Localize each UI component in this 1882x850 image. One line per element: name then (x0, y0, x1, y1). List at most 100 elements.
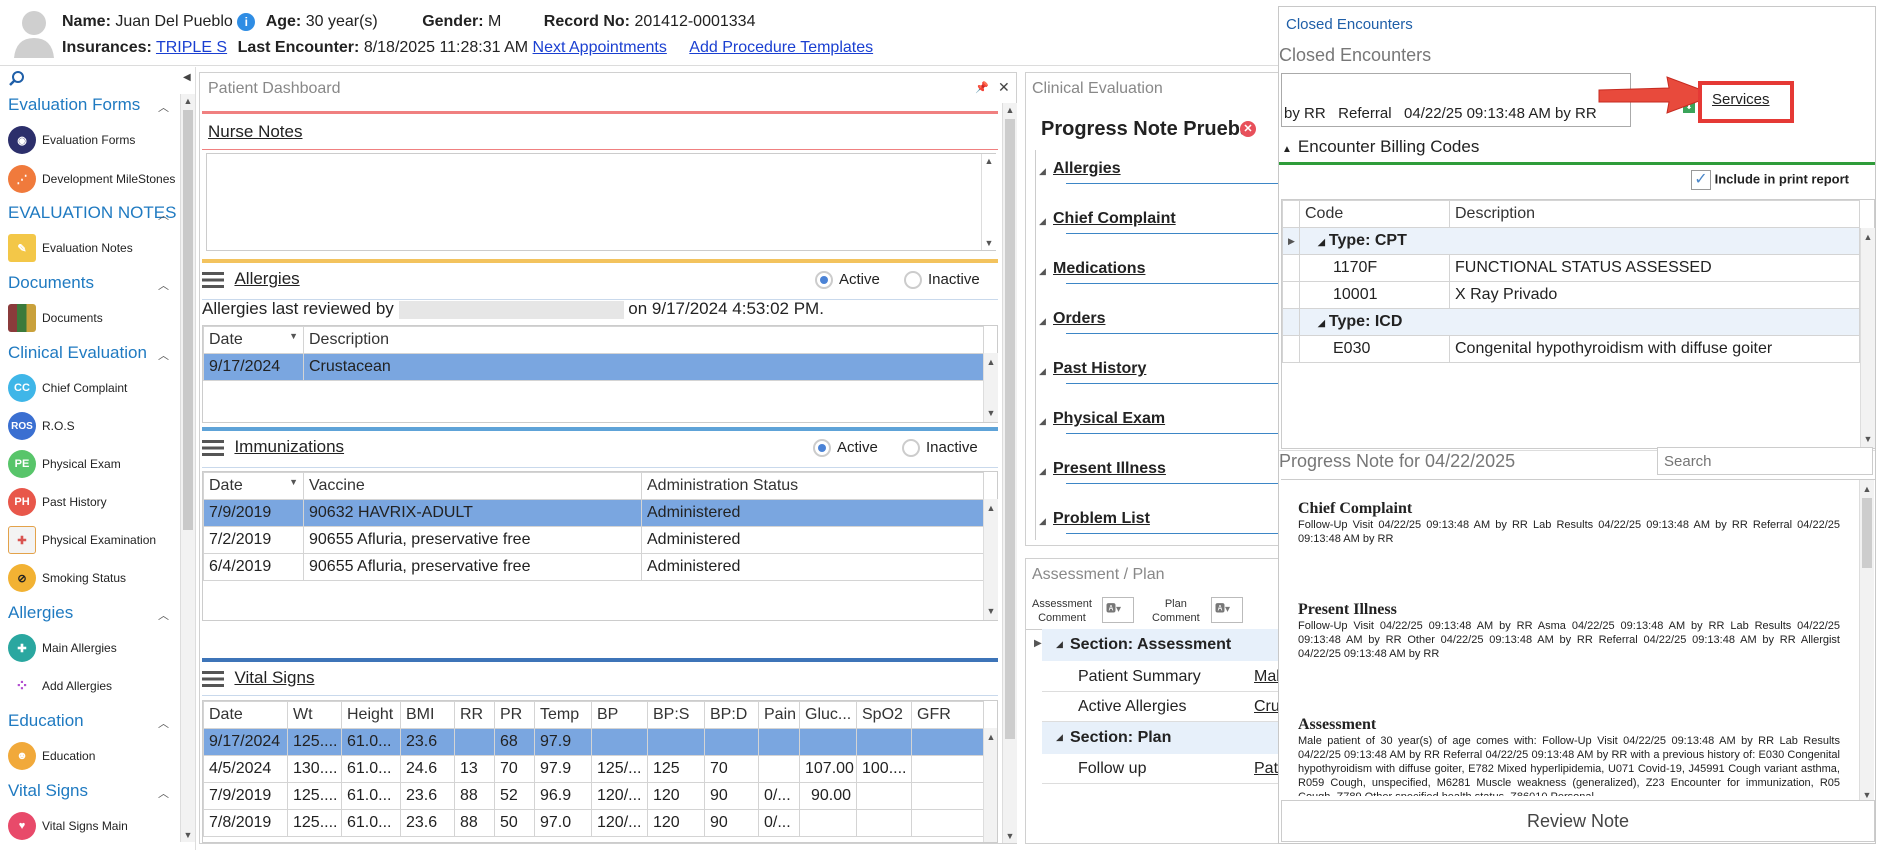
chevron-up-icon[interactable]: ︿ (158, 715, 169, 731)
scroll-down-icon[interactable]: ▼ (1861, 432, 1875, 446)
eval-section-medications[interactable]: Medications (1053, 260, 1145, 278)
column-header-bp[interactable]: BP (591, 701, 648, 729)
collapse-icon[interactable]: ◢ (1056, 732, 1063, 743)
scroll-up-icon[interactable]: ▲ (984, 730, 997, 744)
chevron-up-icon[interactable]: ︿ (158, 207, 169, 223)
scroll-down-icon[interactable]: ▼ (181, 828, 195, 842)
column-header-gluc[interactable]: Gluc... (799, 701, 857, 729)
allergies-inactive-radio[interactable]: Inactive (904, 271, 980, 290)
column-header-vaccine[interactable]: Vaccine (303, 472, 642, 500)
grid-scrollbar[interactable]: ▲ (983, 728, 997, 842)
follow-up-row[interactable]: Follow up Pati (1042, 754, 1282, 784)
menu-icon[interactable] (202, 670, 224, 687)
immunizations-active-radio[interactable]: Active (813, 439, 878, 458)
eval-section-orders[interactable]: Orders (1053, 310, 1105, 328)
sort-icon[interactable]: ▼ (289, 331, 298, 341)
sidebar-item-evaluation-forms[interactable]: ◉ Evaluation Forms (8, 124, 135, 156)
scroll-down-icon[interactable]: ▼ (984, 406, 998, 420)
group-row-icd[interactable]: ◢ Type: ICD (1282, 308, 1860, 336)
column-header-date[interactable]: Date (203, 701, 288, 729)
immunizations-inactive-radio[interactable]: Inactive (902, 439, 978, 458)
collapse-icon[interactable]: ◢ (1039, 416, 1046, 427)
grid-scrollbar[interactable]: ▲ ▼ (983, 353, 998, 422)
scroll-up-icon[interactable]: ▲ (984, 355, 998, 369)
menu-icon[interactable] (202, 439, 224, 456)
sidebar-item-main-allergies[interactable]: ✚ Main Allergies (8, 632, 117, 664)
search-input[interactable] (1657, 447, 1873, 475)
column-header-bp-d[interactable]: BP:D (704, 701, 759, 729)
patient-summary-row[interactable]: Patient Summary Mal (1042, 662, 1282, 692)
sidebar-item-education[interactable]: ☻ Education (8, 740, 95, 772)
remove-note-icon[interactable]: ✕ (1240, 121, 1256, 137)
grid-scrollbar[interactable]: ▲ ▼ (983, 499, 998, 620)
section-assessment-row[interactable]: ◢ Section: Assessment (1042, 629, 1282, 661)
table-row[interactable]: 7/9/2019 125.... 61.0... 23.6 88 52 96.9 120/..… (203, 782, 984, 810)
column-header-rr[interactable]: RR (454, 701, 495, 729)
eval-section-physical-exam[interactable]: Physical Exam (1053, 410, 1165, 428)
nurse-notes-textarea[interactable]: ▲ ▼ (206, 153, 996, 251)
grid-scrollbar[interactable]: ▲ ▼ (1860, 228, 1875, 448)
group-clinical-evaluation[interactable]: Clinical Evaluation (8, 343, 147, 363)
chevron-up-icon[interactable]: ︿ (158, 347, 169, 363)
column-header-gfr[interactable]: GFR (911, 701, 984, 729)
collapse-icon[interactable]: ◢ (1039, 316, 1046, 327)
scroll-down-icon[interactable]: ▼ (1003, 829, 1017, 843)
sidebar-item-past-history[interactable]: PH Past History (8, 486, 107, 518)
column-header-date[interactable]: Date ▼ (203, 472, 304, 500)
encounter-selector[interactable]: by RR Referral 04/22/25 09:13:48 AM by R… (1281, 73, 1631, 127)
services-link[interactable]: Services (1712, 91, 1770, 108)
active-allergies-row[interactable]: Active Allergies Cru (1042, 692, 1282, 722)
scroll-up-icon[interactable]: ▲ (982, 154, 996, 168)
group-documents[interactable]: Documents (8, 273, 94, 293)
group-education[interactable]: Education (8, 711, 84, 731)
eval-section-chief-complaint[interactable]: Chief Complaint (1053, 210, 1176, 228)
scroll-up-icon[interactable]: ▲ (1860, 482, 1874, 496)
table-row[interactable]: 9/17/2024 125.... 61.0... 23.6 68 97.9 (203, 728, 984, 756)
collapse-icon[interactable]: ◢ (1056, 639, 1063, 650)
sidebar-item-smoking-status[interactable]: ⊘ Smoking Status (8, 562, 126, 594)
scroll-up-icon[interactable]: ▲ (181, 94, 195, 108)
table-row[interactable]: 6/4/2019 90655 Afluria, preservative free… (203, 553, 984, 581)
collapse-icon[interactable]: ◢ (1039, 516, 1046, 527)
close-icon[interactable]: ✕ (998, 79, 1010, 96)
table-row[interactable]: 7/9/2019 90632 HAVRIX-ADULT Administered (203, 499, 984, 527)
expand-arrow-icon[interactable]: ▶ (1282, 227, 1300, 255)
collapse-sidebar-icon[interactable]: ◀ (183, 72, 191, 83)
scroll-thumb[interactable] (1005, 119, 1015, 739)
eval-section-allergies[interactable]: Allergies (1053, 160, 1121, 178)
chevron-up-icon[interactable]: ︿ (158, 607, 169, 623)
assessment-comment-button[interactable]: 🅰▾ (1102, 597, 1134, 623)
collapse-icon[interactable]: ◢ (1039, 466, 1046, 477)
table-row[interactable]: 4/5/2024 130.... 61.0... 24.6 13 70 97.9 125/..… (203, 755, 984, 783)
search-icon[interactable] (8, 70, 26, 93)
column-header-code[interactable]: Code (1299, 200, 1450, 228)
scroll-down-icon[interactable]: ▼ (982, 236, 996, 250)
collapse-icon[interactable]: ◢ (1039, 166, 1046, 177)
column-header-height[interactable]: Height (341, 701, 401, 729)
billing-codes-header[interactable]: ▲ Encounter Billing Codes (1282, 137, 1479, 157)
info-icon[interactable]: i (237, 13, 256, 31)
column-header-wt[interactable]: Wt (287, 701, 342, 729)
column-header-pain[interactable]: Pain (758, 701, 800, 729)
group-allergies[interactable]: Allergies (8, 603, 73, 623)
row-value[interactable]: Mal (1254, 668, 1280, 686)
chevron-up-icon[interactable]: ︿ (158, 99, 169, 115)
row-value[interactable]: Cru (1254, 698, 1280, 716)
table-row[interactable]: 7/2/2019 90655 Afluria, preservative free… (203, 526, 984, 554)
plan-comment-button[interactable]: 🅰▾ (1211, 597, 1243, 623)
expand-arrow-icon[interactable]: ▶ (1034, 638, 1042, 649)
collapse-up-icon[interactable]: ▲ (1282, 144, 1292, 155)
collapse-icon[interactable]: ◢ (1039, 216, 1046, 227)
scroll-thumb[interactable] (183, 110, 193, 530)
column-header-pr[interactable]: PR (494, 701, 535, 729)
collapse-icon[interactable]: ◢ (1039, 366, 1046, 377)
menu-icon[interactable] (202, 271, 224, 288)
next-appointments-link[interactable]: Next Appointments (533, 39, 667, 56)
table-row[interactable]: 7/8/2019 125.... 61.0... 23.6 88 50 97.0 120/..… (203, 809, 984, 837)
sidebar-item-physical-examination[interactable]: ✚ Physical Examination (8, 524, 156, 556)
column-header-bp-s[interactable]: BP:S (647, 701, 705, 729)
section-plan-row[interactable]: ◢ Section: Plan (1042, 722, 1282, 754)
group-evaluation-notes[interactable]: EVALUATION NOTES (8, 203, 176, 223)
column-header-description[interactable]: Description (1449, 200, 1860, 228)
sidebar-item-evaluation-notes[interactable]: ✎ Evaluation Notes (8, 232, 133, 264)
